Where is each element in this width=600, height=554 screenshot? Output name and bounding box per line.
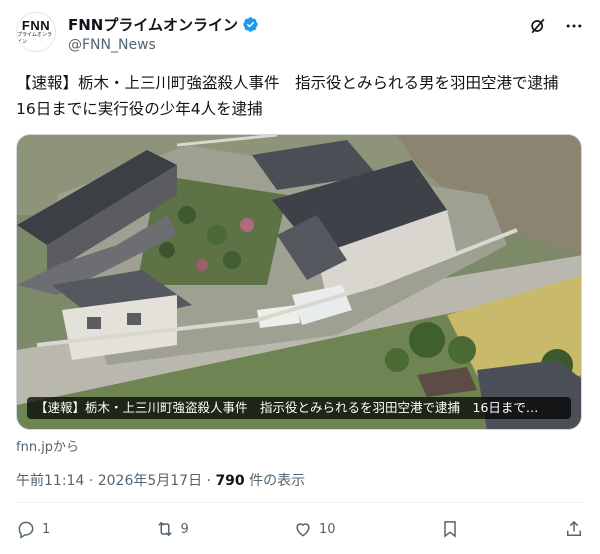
retweet-count: 9: [180, 521, 189, 537]
author-display-name[interactable]: FNNプライムオンライン: [68, 14, 259, 34]
retweet-button[interactable]: 9: [155, 519, 189, 539]
heart-icon: [296, 523, 310, 537]
like-count: 10: [319, 521, 336, 537]
card-caption: 【速報】栃木・上三川町強盗殺人事件 指示役とみられるを羽田空港で逮捕 16日まで…: [27, 397, 571, 419]
author-info: FNNプライムオンライン @FNN_News: [68, 14, 259, 53]
tweet-header: FNN プライムオンライン FNNプライムオンライン @FNN_News: [16, 10, 584, 60]
reply-icon: [18, 521, 34, 539]
meta-separator: ·: [206, 473, 211, 489]
header-actions: [528, 16, 584, 36]
views-count: 790: [215, 473, 245, 489]
tweet-date[interactable]: 2026年5月17日: [98, 473, 202, 489]
share-icon: [566, 520, 581, 536]
more-icon[interactable]: [564, 16, 584, 36]
bookmark-button[interactable]: [440, 519, 460, 539]
views-label: 件の表示: [249, 473, 306, 489]
author-handle[interactable]: @FNN_News: [68, 37, 259, 53]
meta-separator: ·: [88, 473, 94, 489]
avatar-subtitle: プライムオンライン: [17, 31, 52, 45]
verified-badge-icon: [243, 16, 258, 32]
action-bar: 1 9 10: [16, 514, 584, 544]
tweet-text: 【速報】栃木・上三川町強盗殺人事件 指示役とみられる男を羽田空港で逮捕 16日ま…: [16, 74, 575, 118]
retweet-icon: [157, 521, 172, 537]
like-button[interactable]: 10: [293, 519, 336, 539]
reply-count: 1: [42, 521, 51, 537]
divider: [16, 502, 584, 503]
share-button[interactable]: [564, 519, 584, 539]
tweet-meta: 午前11:14 · 2026年5月17日 · 790 件の表示: [16, 470, 305, 490]
avatar-logo: FNN: [21, 17, 51, 33]
bookmark-icon: [444, 521, 456, 538]
card-image: [17, 135, 581, 429]
grok-icon[interactable]: [528, 16, 548, 36]
author-name-text: FNNプライムオンライン: [68, 15, 239, 34]
avatar[interactable]: FNN プライムオンライン: [16, 12, 56, 52]
reply-button[interactable]: 1: [16, 519, 50, 539]
link-card[interactable]: 【速報】栃木・上三川町強盗殺人事件 指示役とみられるを羽田空港で逮捕 16日まで…: [16, 134, 582, 430]
card-source[interactable]: fnn.jpから: [16, 436, 79, 455]
tweet-time[interactable]: 午前11:14: [16, 473, 84, 489]
